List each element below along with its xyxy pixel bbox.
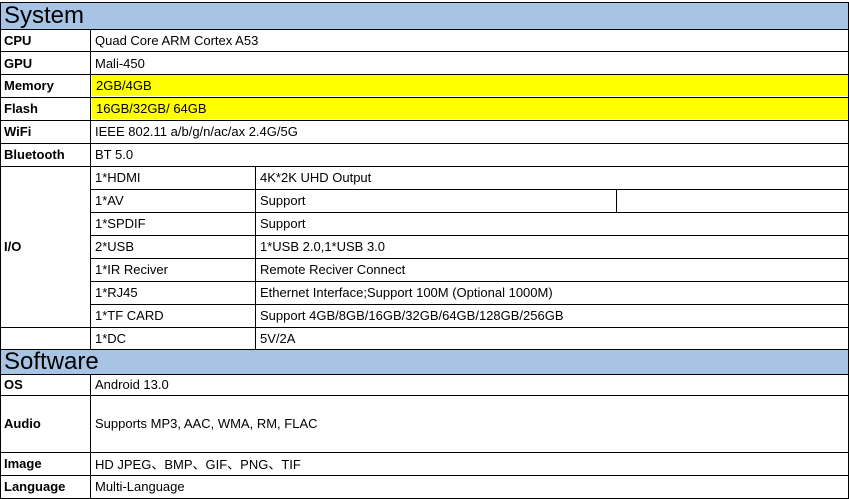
grid-line bbox=[0, 395, 849, 396]
section-header-software: Software bbox=[0, 350, 849, 374]
grid-line bbox=[90, 374, 91, 499]
grid-line bbox=[91, 304, 849, 305]
cpu-label: CPU bbox=[4, 33, 32, 48]
grid-line bbox=[0, 2, 1, 499]
io-port: 2*USB bbox=[95, 239, 135, 254]
os-value: Android 13.0 bbox=[95, 377, 169, 392]
grid-line bbox=[0, 120, 849, 121]
grid-line bbox=[616, 189, 617, 212]
os-label: OS bbox=[4, 377, 23, 392]
grid-line bbox=[91, 212, 849, 213]
grid-line bbox=[0, 166, 849, 167]
grid-line bbox=[91, 189, 849, 190]
language-label: Language bbox=[4, 479, 66, 494]
memory-label: Memory bbox=[4, 78, 54, 93]
io-spec: Ethernet Interface;Support 100M (Optiona… bbox=[260, 285, 553, 300]
flash-label: Flash bbox=[4, 101, 38, 116]
io-port: 1*TF CARD bbox=[95, 308, 164, 323]
grid-line bbox=[0, 51, 849, 52]
memory-value: 2GB/4GB bbox=[92, 75, 848, 96]
audio-value: Supports MP3, AAC, WMA, RM, FLAC bbox=[95, 416, 318, 431]
section-header-system: System bbox=[0, 3, 849, 29]
cpu-value: Quad Core ARM Cortex A53 bbox=[95, 33, 259, 48]
io-spec: Support bbox=[260, 193, 306, 208]
io-spec: 5V/2A bbox=[260, 330, 296, 346]
grid-line bbox=[0, 452, 849, 453]
grid-line bbox=[91, 281, 849, 282]
io-port: 1*DC bbox=[95, 330, 127, 346]
grid-line bbox=[255, 166, 256, 350]
spec-sheet: System CPU Quad Core ARM Cortex A53 GPU … bbox=[0, 0, 849, 499]
bluetooth-value: BT 5.0 bbox=[95, 147, 134, 162]
gpu-value: Mali-450 bbox=[95, 55, 145, 71]
grid-line bbox=[91, 258, 849, 259]
bluetooth-label: Bluetooth bbox=[4, 147, 65, 162]
audio-label: Audio bbox=[4, 416, 41, 431]
language-value: Multi-Language bbox=[95, 479, 185, 494]
io-port: 1*RJ45 bbox=[95, 285, 138, 300]
grid-line bbox=[0, 327, 849, 328]
io-port: 1*HDMI bbox=[95, 170, 141, 185]
grid-line bbox=[0, 29, 849, 30]
io-spec: Support bbox=[260, 216, 306, 231]
grid-line bbox=[90, 29, 91, 350]
io-spec: 1*USB 2.0,1*USB 3.0 bbox=[260, 239, 386, 254]
image-value: HD JPEG、BMP、GIF、PNG、TIF bbox=[95, 457, 301, 472]
io-label: I/O bbox=[4, 239, 22, 254]
grid-line bbox=[0, 2, 849, 3]
wifi-value: IEEE 802.11 a/b/g/n/ac/ax 2.4G/5G bbox=[95, 124, 298, 139]
grid-line bbox=[0, 475, 849, 476]
io-port: 1*IR Reciver bbox=[95, 262, 168, 277]
grid-line bbox=[0, 374, 849, 375]
io-port: 1*SPDIF bbox=[95, 216, 146, 231]
io-port: 1*AV bbox=[95, 193, 124, 208]
flash-value: 16GB/32GB/ 64GB bbox=[92, 98, 848, 119]
wifi-label: WiFi bbox=[4, 124, 32, 139]
io-spec: Support 4GB/8GB/16GB/32GB/64GB/128GB/256… bbox=[260, 308, 564, 323]
grid-line bbox=[0, 97, 849, 98]
gpu-label: GPU bbox=[4, 55, 33, 71]
grid-line bbox=[0, 143, 849, 144]
grid-line bbox=[0, 74, 849, 75]
grid-line bbox=[0, 349, 849, 350]
io-spec: Remote Reciver Connect bbox=[260, 262, 406, 277]
grid-line bbox=[91, 235, 849, 236]
image-label: Image bbox=[4, 456, 42, 471]
io-spec: 4K*2K UHD Output bbox=[260, 170, 372, 185]
